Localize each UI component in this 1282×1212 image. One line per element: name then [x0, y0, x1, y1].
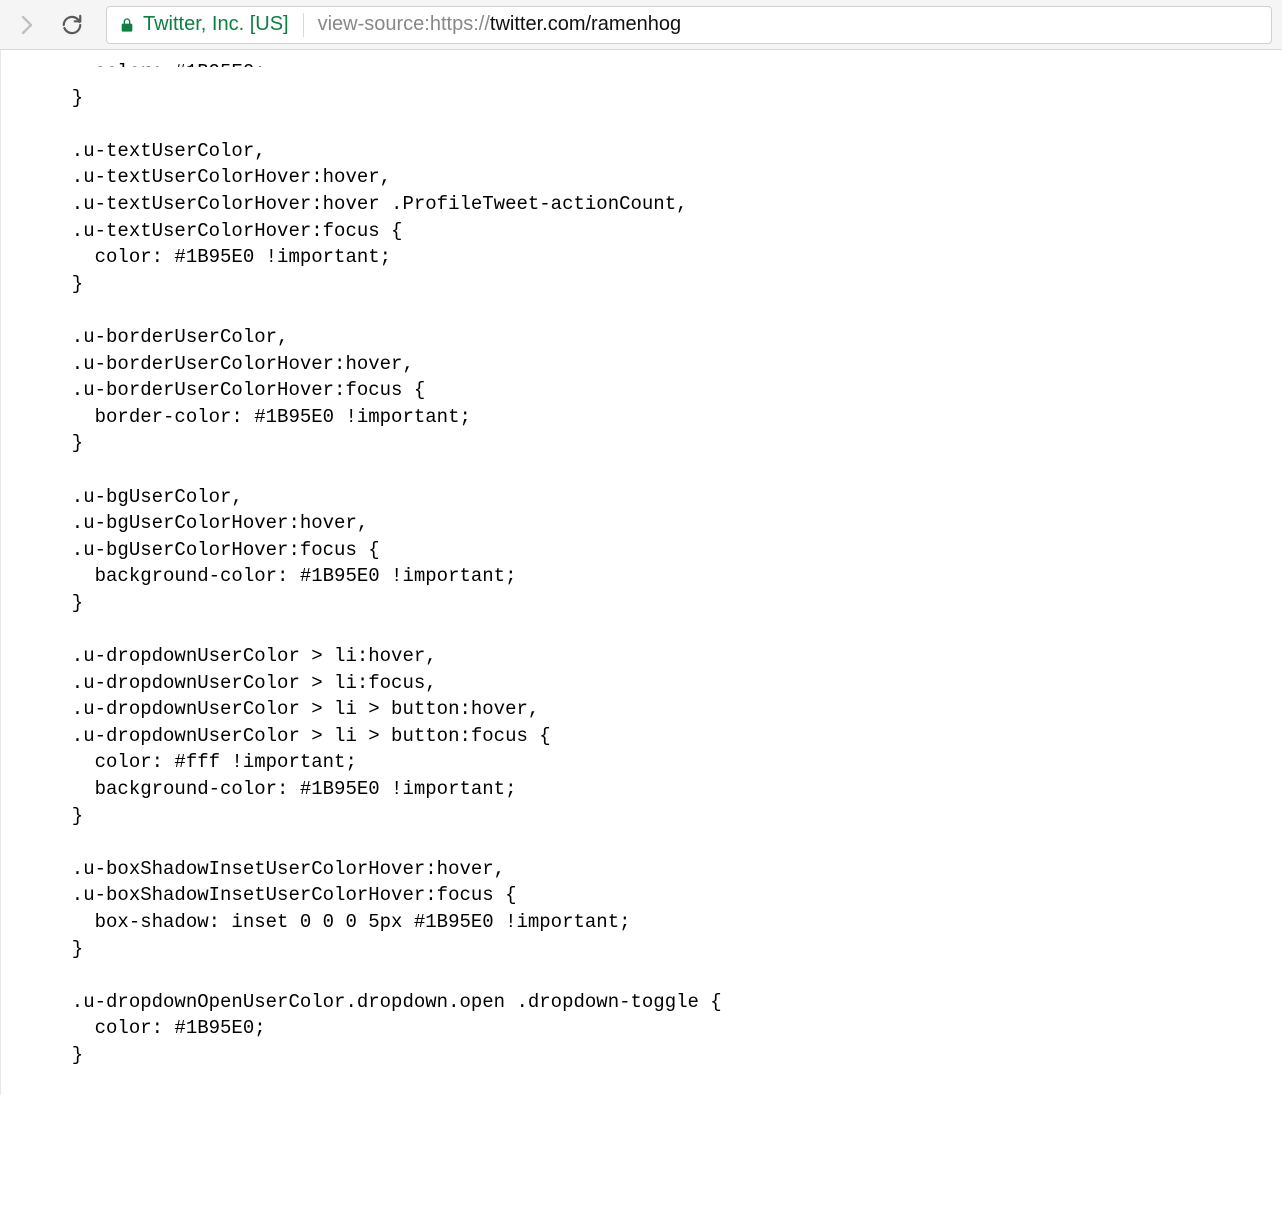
ev-cert-name: Twitter, Inc. [US]: [143, 13, 289, 36]
source-code[interactable]: color: #1B95E0; } .u-textUserColor, .u-t…: [19, 77, 1282, 1069]
reload-button[interactable]: [54, 7, 90, 43]
browser-toolbar: Twitter, Inc. [US] view-source:https://t…: [0, 0, 1282, 50]
address-divider: [303, 13, 304, 37]
view-source-content: color: #1B95E0; } .u-textUserColor, .u-t…: [0, 50, 1282, 1095]
url-display: view-source:https://twitter.com/ramenhog: [318, 13, 682, 36]
address-bar[interactable]: Twitter, Inc. [US] view-source:https://t…: [106, 6, 1272, 44]
lock-icon: [119, 16, 135, 34]
forward-button[interactable]: [10, 7, 46, 43]
source-line: color: #1B95E0;: [49, 59, 1282, 67]
